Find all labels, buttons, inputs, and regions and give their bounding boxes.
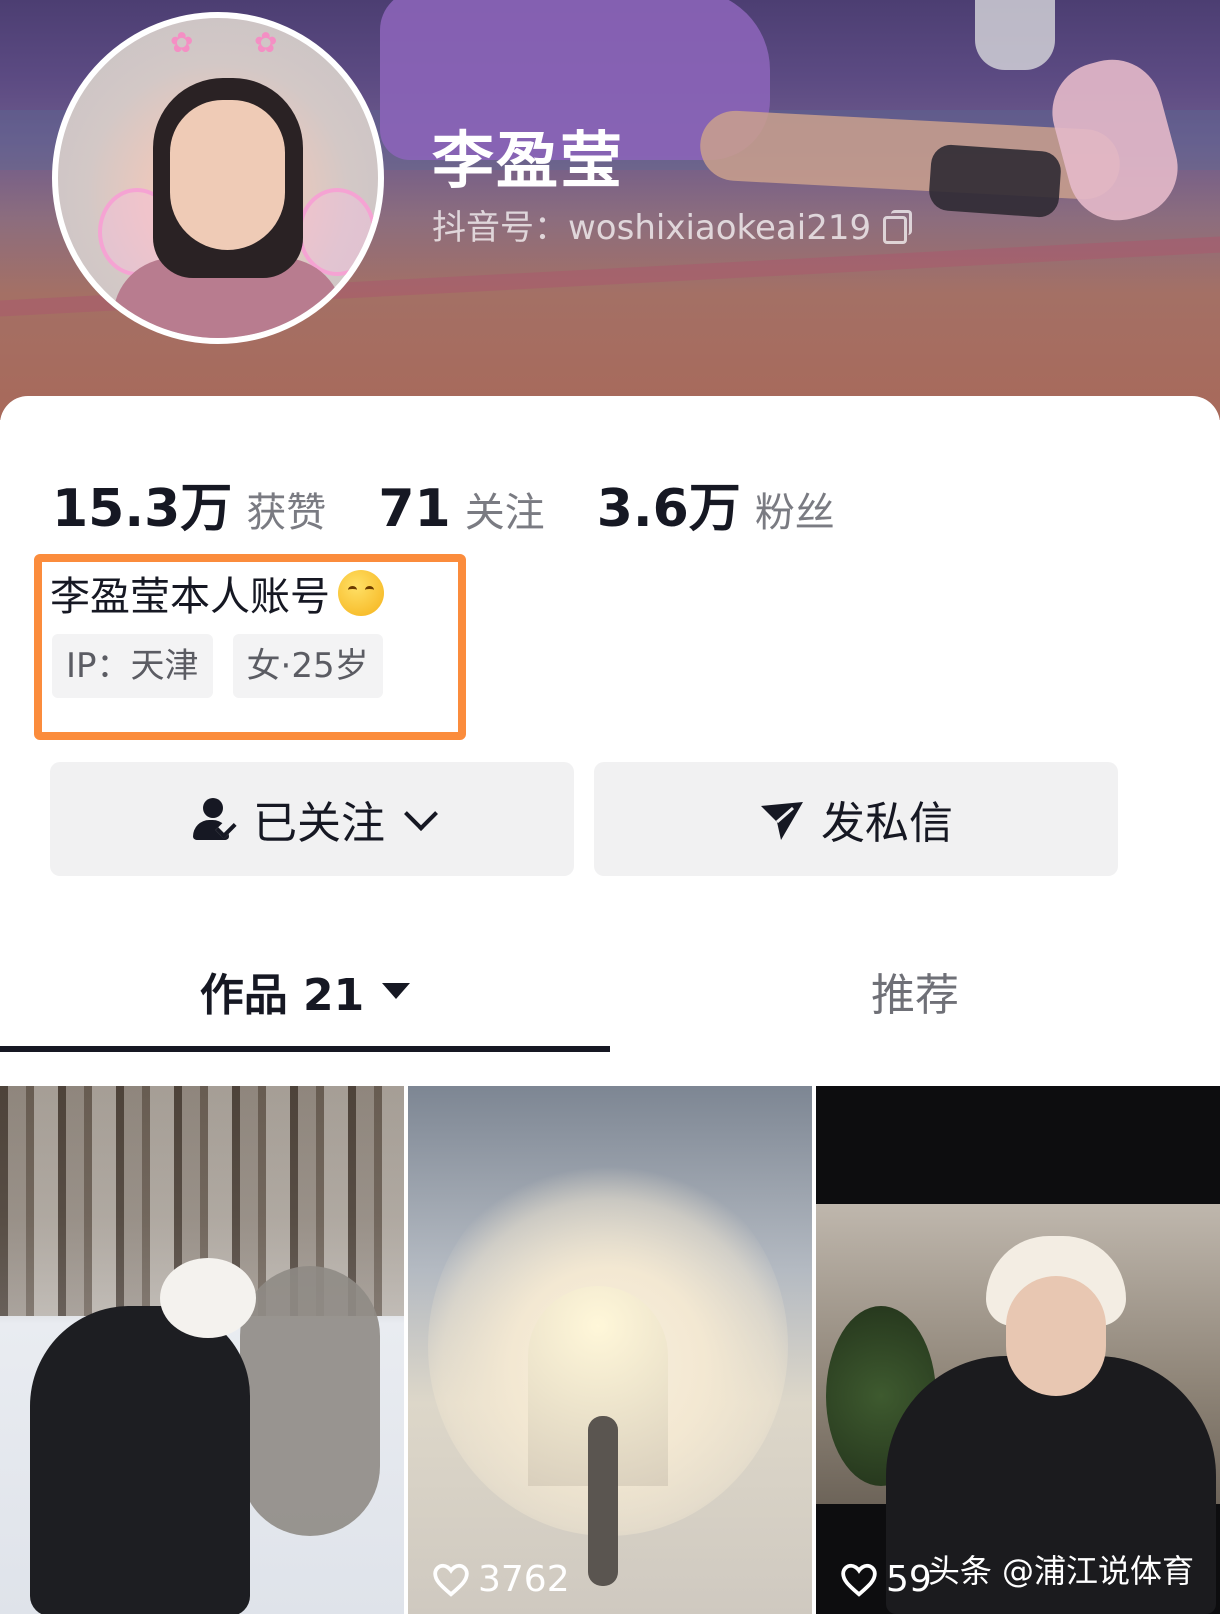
stat-label: 粉丝 xyxy=(754,490,835,536)
stat-value: 3.6万 xyxy=(596,479,741,539)
person-check-icon xyxy=(191,796,237,842)
stat-value: 15.3万 xyxy=(52,479,233,539)
video-thumbnail[interactable] xyxy=(0,1086,404,1614)
tag-ip: IP：天津 xyxy=(52,634,213,698)
copy-icon[interactable] xyxy=(883,209,913,244)
tab-active-indicator xyxy=(0,1046,610,1052)
followed-button-label: 已关注 xyxy=(253,798,385,849)
video-grid: 3762 59 头条 @浦江说体育 xyxy=(0,1086,1220,1614)
banner-player-sock xyxy=(927,143,1063,219)
send-icon xyxy=(761,802,803,840)
like-count-value: 59 xyxy=(886,1559,932,1600)
flower-icon: ✿ xyxy=(254,26,278,59)
stat-following[interactable]: 71 关注 xyxy=(378,479,544,539)
banner-background-shoe xyxy=(975,0,1055,70)
profile-banner: ✿ ✿ 李盈莹 抖音号：woshixiaokeai219 xyxy=(0,0,1220,420)
stat-value: 71 xyxy=(378,479,451,539)
douyin-id-text: 抖音号：woshixiaokeai219 xyxy=(432,208,872,248)
tag-gender-age: 女·25岁 xyxy=(232,634,383,698)
douyin-id[interactable]: 抖音号：woshixiaokeai219 xyxy=(432,200,913,249)
tab-recommended[interactable]: 推荐 xyxy=(610,936,1220,1046)
followed-button[interactable]: 已关注 xyxy=(50,762,574,876)
tab-works-label: 作品 21 xyxy=(199,970,365,1021)
heart-icon xyxy=(433,1563,469,1597)
avatar[interactable]: ✿ ✿ xyxy=(52,12,384,344)
caret-down-icon xyxy=(382,983,411,999)
tab-works[interactable]: 作品 21 xyxy=(0,936,610,1046)
banner-player-shoe xyxy=(1041,48,1189,232)
tab-recommended-label: 推荐 xyxy=(871,970,959,1021)
like-count: 3762 xyxy=(432,1559,570,1600)
video-thumbnail[interactable]: 3762 xyxy=(408,1086,812,1614)
like-count: 59 xyxy=(840,1559,932,1600)
message-button-label: 发私信 xyxy=(821,798,953,849)
like-count-value: 3762 xyxy=(478,1559,570,1600)
stats-row: 15.3万 获赞 71 关注 3.6万 粉丝 xyxy=(52,466,887,541)
bio: 李盈莹本人账号 xyxy=(50,564,384,622)
watermark: 头条 @浦江说体育 xyxy=(927,1552,1194,1590)
profile-name: 李盈莹 xyxy=(432,124,625,197)
stat-likes[interactable]: 15.3万 获赞 xyxy=(52,466,326,541)
avatar-face xyxy=(170,100,285,250)
chevron-down-icon xyxy=(404,797,438,831)
avatar-wing-right xyxy=(298,188,376,276)
stat-label: 获赞 xyxy=(246,490,327,536)
stat-followers[interactable]: 3.6万 粉丝 xyxy=(597,466,835,541)
flower-icon: ✿ xyxy=(170,26,194,59)
profile-tags: IP：天津 女·25岁 xyxy=(52,634,403,698)
message-button[interactable]: 发私信 xyxy=(594,762,1118,876)
emoji-smile-icon xyxy=(338,570,384,616)
heart-icon xyxy=(841,1563,877,1597)
stat-label: 关注 xyxy=(464,490,545,536)
content-tabs: 作品 21 推荐 xyxy=(0,936,1220,1052)
video-thumbnail[interactable]: 59 头条 @浦江说体育 xyxy=(816,1086,1220,1614)
bio-text: 李盈莹本人账号 xyxy=(50,574,330,620)
